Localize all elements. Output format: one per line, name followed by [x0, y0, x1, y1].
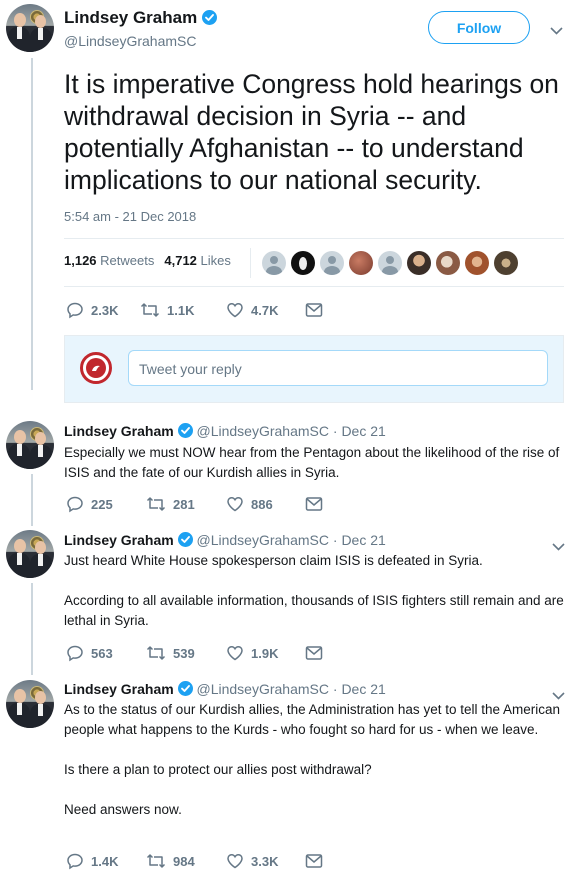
reply-placeholder: Tweet your reply	[139, 361, 242, 377]
envelope-icon	[305, 497, 323, 511]
reply-author-handle[interactable]: @LindseyGrahamSC	[196, 681, 329, 697]
likes-stat[interactable]: 4,712 Likes	[164, 253, 231, 268]
direct-message-button[interactable]	[305, 853, 323, 869]
verified-badge-icon	[177, 423, 193, 438]
reply-author-name[interactable]: Lindsey Graham	[64, 532, 174, 548]
thread-connector-line	[31, 474, 33, 526]
liker-avatar-person[interactable]	[407, 251, 431, 275]
chevron-down-icon[interactable]	[550, 22, 563, 40]
heart-icon	[227, 853, 243, 869]
reply-icon	[67, 645, 83, 662]
heart-icon	[227, 645, 243, 661]
like-button[interactable]: 1.9K	[226, 644, 278, 662]
reply-input[interactable]: Tweet your reply	[128, 350, 548, 386]
verified-badge-icon	[177, 681, 193, 696]
retweet-icon	[146, 854, 166, 868]
author-header[interactable]: Lindsey Graham	[64, 8, 217, 28]
reply-text: As to the status of our Kurdish allies, …	[64, 702, 561, 817]
retweet-icon	[146, 497, 166, 511]
author-name[interactable]: Lindsey Graham	[64, 8, 197, 27]
divider	[64, 238, 564, 239]
reply-button[interactable]: 2.3K	[66, 301, 118, 319]
reply-header: Lindsey Graham @LindseyGrahamSC · Dec 21	[64, 532, 386, 548]
reply-date[interactable]: Dec 21	[341, 423, 385, 439]
thread-connector-line	[31, 583, 33, 675]
reply-header: Lindsey Graham @LindseyGrahamSC · Dec 21	[64, 423, 386, 439]
reply-icon	[67, 302, 83, 319]
direct-message-button[interactable]	[305, 645, 323, 661]
like-button[interactable]: 3.3K	[226, 852, 278, 870]
reply-author-avatar[interactable]	[6, 421, 54, 469]
reply-date[interactable]: Dec 21	[341, 681, 385, 697]
retweets-stat[interactable]: 1,126 Retweets	[64, 253, 154, 268]
verified-badge-icon	[177, 532, 193, 547]
reply-author-avatar[interactable]	[6, 530, 54, 578]
heart-icon	[227, 496, 243, 512]
reply-button[interactable]: 1.4K	[66, 852, 118, 870]
likers-avatars	[262, 251, 518, 275]
envelope-icon	[305, 646, 323, 660]
direct-message-button[interactable]	[305, 496, 323, 512]
retweet-icon	[146, 646, 166, 660]
retweet-button[interactable]: 539	[146, 644, 195, 662]
liker-avatar-cat[interactable]	[436, 251, 460, 275]
liker-avatar-hedgehog[interactable]	[494, 251, 518, 275]
tweet-timestamp[interactable]: 5:54 am - 21 Dec 2018	[64, 209, 196, 224]
reply-icon	[67, 496, 83, 513]
thread-connector-line	[31, 58, 33, 390]
author-handle[interactable]: @LindseyGrahamSC	[64, 33, 197, 49]
like-button[interactable]: 4.7K	[226, 301, 278, 319]
engagement-stats: 1,126 Retweets 4,712 Likes	[64, 253, 231, 268]
liker-avatar-default[interactable]	[320, 251, 344, 275]
reply-author-name[interactable]: Lindsey Graham	[64, 681, 174, 697]
verified-badge-icon	[201, 10, 217, 25]
reply-header: Lindsey Graham @LindseyGrahamSC · Dec 21	[64, 681, 386, 697]
retweet-button[interactable]: 1.1K	[140, 301, 194, 319]
follow-button[interactable]: Follow	[428, 11, 530, 44]
reply-date[interactable]: Dec 21	[341, 532, 385, 548]
liker-avatar-dog[interactable]	[349, 251, 373, 275]
reply-author-handle[interactable]: @LindseyGrahamSC	[196, 423, 329, 439]
envelope-icon	[305, 303, 323, 317]
liker-avatar-penguin[interactable]	[291, 251, 315, 275]
retweet-button[interactable]: 984	[146, 852, 195, 870]
reply-button[interactable]: 225	[66, 495, 113, 513]
reply-text: Especially we must NOW hear from the Pen…	[64, 445, 560, 480]
like-button[interactable]: 886	[226, 495, 273, 513]
liker-avatar-default[interactable]	[378, 251, 402, 275]
reply-text: Just heard White House spokesperson clai…	[64, 553, 564, 628]
reply-author-handle[interactable]: @LindseyGrahamSC	[196, 532, 329, 548]
liker-avatar-woman[interactable]	[465, 251, 489, 275]
divider	[64, 286, 564, 287]
heart-icon	[227, 302, 243, 318]
reply-author-name[interactable]: Lindsey Graham	[64, 423, 174, 439]
stats-separator	[250, 248, 251, 278]
reply-button[interactable]: 563	[66, 644, 113, 662]
tweet-text: It is imperative Congress hold hearings …	[64, 69, 559, 195]
retweet-button[interactable]: 281	[146, 495, 195, 513]
liker-avatar-default[interactable]	[262, 251, 286, 275]
author-avatar[interactable]	[6, 4, 54, 52]
envelope-icon	[305, 854, 323, 868]
retweet-icon	[140, 303, 160, 317]
current-user-avatar[interactable]	[80, 352, 112, 384]
reply-icon	[67, 853, 83, 870]
reply-author-avatar[interactable]	[6, 680, 54, 728]
follow-label: Follow	[456, 19, 502, 36]
direct-message-button[interactable]	[305, 302, 323, 318]
